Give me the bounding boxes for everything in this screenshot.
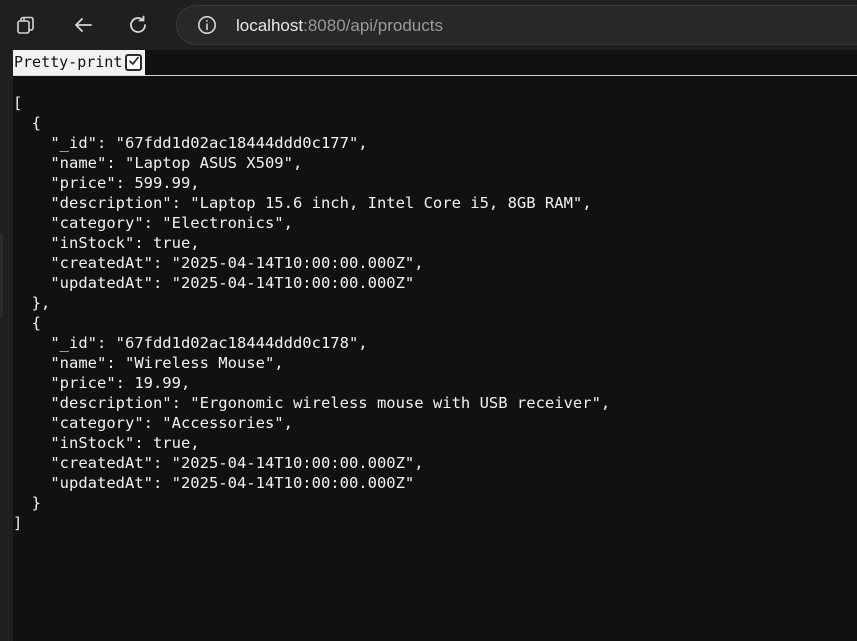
checkmark-icon — [128, 50, 140, 75]
address-bar[interactable]: localhost:8080/api/products — [176, 5, 857, 45]
tab-actions-button[interactable] — [9, 8, 43, 42]
sidebar-edge-mark — [0, 233, 3, 317]
pretty-print-toggle[interactable]: Pretty-print — [13, 50, 146, 75]
json-viewer: Pretty-print [ { "_id": "67fdd1d02ac1844… — [13, 50, 857, 641]
tab-actions-icon — [15, 14, 37, 36]
pretty-print-label: Pretty-print — [14, 53, 123, 71]
pretty-print-checkbox[interactable] — [125, 54, 143, 71]
back-button[interactable] — [66, 8, 100, 42]
sidebar-edge — [0, 50, 13, 641]
pretty-print-bar: Pretty-print — [13, 50, 857, 76]
url-text[interactable]: localhost:8080/api/products — [236, 16, 443, 36]
json-body: [ { "_id": "67fdd1d02ac18444ddd0c177", "… — [13, 94, 611, 532]
reload-button[interactable] — [121, 8, 155, 42]
back-arrow-icon — [72, 14, 94, 36]
site-info-icon[interactable] — [197, 15, 217, 35]
reload-icon — [127, 14, 149, 36]
browser-toolbar: localhost:8080/api/products — [0, 0, 857, 50]
url-host: localhost — [236, 16, 304, 35]
url-path: :8080/api/products — [303, 16, 443, 35]
